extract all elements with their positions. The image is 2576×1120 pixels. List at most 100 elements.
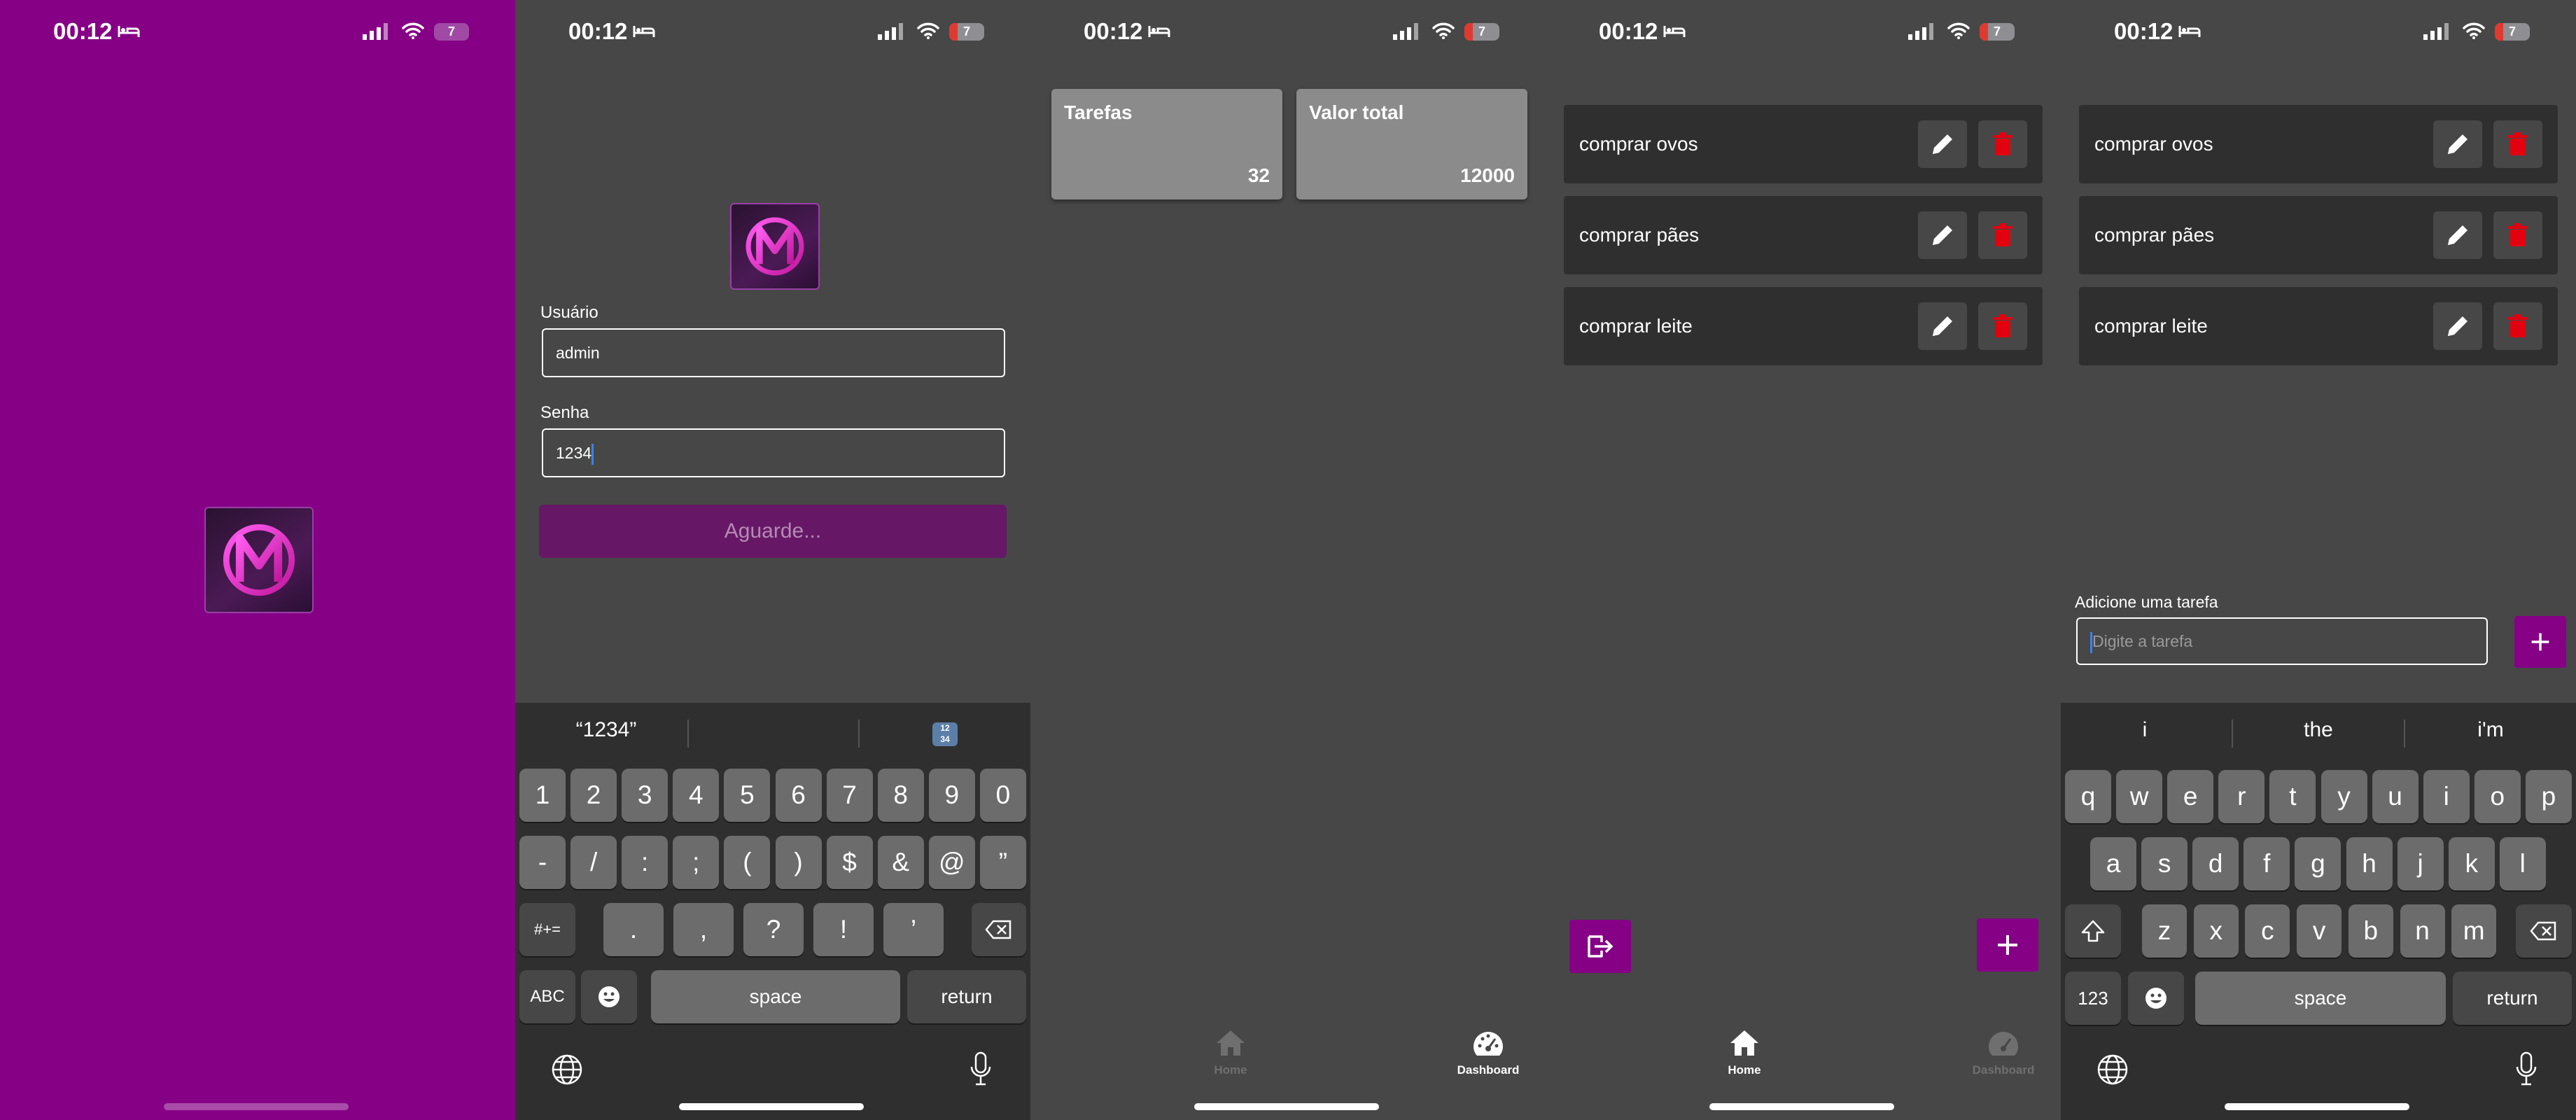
key-6[interactable]: 7 <box>826 769 873 822</box>
key-0[interactable]: - <box>519 836 566 889</box>
key-4[interactable]: b <box>2348 904 2393 958</box>
key-2[interactable]: e <box>2167 770 2214 823</box>
task-input[interactable]: Digite a tarefa <box>2076 617 2488 665</box>
key-3[interactable]: v <box>2297 904 2342 958</box>
key-4[interactable]: g <box>2295 837 2342 890</box>
key-4[interactable]: ’ <box>883 903 944 956</box>
globe-icon[interactable] <box>550 1053 584 1086</box>
key-6[interactable]: m <box>2451 904 2497 958</box>
key-1[interactable]: , <box>673 903 734 956</box>
emoji-key[interactable] <box>2128 972 2184 1025</box>
key-3[interactable]: ! <box>813 903 874 956</box>
suggestion-item[interactable]: the <box>2255 718 2381 742</box>
key-2[interactable]: 3 <box>622 769 668 822</box>
key-0[interactable]: a <box>2090 837 2136 890</box>
delete-task-button[interactable] <box>1978 211 2027 259</box>
edit-task-button[interactable] <box>1918 120 1967 168</box>
key-7[interactable]: & <box>877 836 924 889</box>
key-3[interactable]: 4 <box>673 769 720 822</box>
key-8[interactable]: @ <box>928 836 975 889</box>
space-key[interactable]: space <box>651 970 900 1023</box>
return-key[interactable]: return <box>2453 972 2572 1025</box>
key-1[interactable]: x <box>2193 904 2239 958</box>
key-5[interactable]: 6 <box>775 769 822 822</box>
key-1[interactable]: / <box>570 836 617 889</box>
backspace-key[interactable] <box>972 903 1026 956</box>
abc-key[interactable]: ABC <box>519 970 575 1023</box>
return-key[interactable]: return <box>907 970 1026 1023</box>
add-task-button[interactable] <box>1977 918 2038 972</box>
key-5[interactable]: y <box>2320 770 2367 823</box>
key-4[interactable]: 5 <box>724 769 771 822</box>
key-1[interactable]: s <box>2141 837 2188 890</box>
microphone-icon[interactable] <box>2516 1051 2537 1086</box>
key-7[interactable]: k <box>2448 837 2495 890</box>
key-7[interactable]: 8 <box>877 769 924 822</box>
shift-key[interactable] <box>2065 904 2121 958</box>
key-4[interactable]: t <box>2269 770 2316 823</box>
key-5[interactable]: h <box>2346 837 2393 890</box>
key-9[interactable]: p <box>2525 770 2572 823</box>
backspace-icon <box>2530 921 2556 941</box>
delete-task-button[interactable] <box>2493 302 2542 350</box>
delete-task-button[interactable] <box>2493 211 2542 259</box>
key-6[interactable]: u <box>2372 770 2418 823</box>
tab-home[interactable]: Home <box>1674 1029 1814 1077</box>
key-8[interactable]: l <box>2499 837 2546 890</box>
key-2[interactable]: : <box>622 836 668 889</box>
tab-dashboard[interactable]: Dashboard <box>1418 1029 1546 1077</box>
key-3[interactable]: f <box>2244 837 2290 890</box>
key-7[interactable]: i <box>2423 770 2470 823</box>
add-task-submit-button[interactable] <box>2514 616 2566 668</box>
key-0[interactable]: z <box>2142 904 2187 958</box>
key-2[interactable]: ? <box>743 903 804 956</box>
edit-task-button[interactable] <box>1918 302 1967 350</box>
edit-task-button[interactable] <box>2433 120 2482 168</box>
symbols-key[interactable]: #+= <box>519 903 575 956</box>
key-9[interactable]: 0 <box>979 769 1026 822</box>
edit-task-button[interactable] <box>2433 302 2482 350</box>
password-label: Senha <box>540 403 589 422</box>
key-3[interactable]: r <box>2218 770 2265 823</box>
alpha-keyboard: i the i'm qwertyuiop asdfghjkl zxcvbnm 1… <box>2061 703 2576 1120</box>
key-0[interactable]: . <box>603 903 664 956</box>
key-6[interactable]: j <box>2397 837 2444 890</box>
key-8[interactable]: 9 <box>928 769 975 822</box>
emoji-key[interactable] <box>581 970 637 1023</box>
user-input[interactable]: admin <box>542 328 1005 377</box>
edit-task-button[interactable] <box>1918 211 1967 259</box>
key-8[interactable]: o <box>2474 770 2521 823</box>
suggestion-item[interactable]: i'm <box>2428 718 2554 742</box>
tab-home[interactable]: Home <box>1161 1029 1301 1077</box>
space-key[interactable]: space <box>2195 972 2446 1025</box>
suggestion-item[interactable]: i <box>2082 718 2208 742</box>
wifi-icon <box>1947 22 1970 39</box>
password-input[interactable]: 1234 <box>542 428 1005 477</box>
tab-dashboard[interactable]: Dashboard <box>1933 1029 2061 1077</box>
login-button[interactable]: Aguarde... <box>539 505 1007 558</box>
key-0[interactable]: q <box>2065 770 2111 823</box>
key-2[interactable]: c <box>2245 904 2290 958</box>
delete-task-button[interactable] <box>2493 120 2542 168</box>
key-3[interactable]: ; <box>673 836 720 889</box>
logout-button[interactable] <box>1569 920 1631 973</box>
delete-task-button[interactable] <box>1978 120 2027 168</box>
numbers-key[interactable]: 123 <box>2065 972 2121 1025</box>
key-4[interactable]: ( <box>724 836 771 889</box>
key-6[interactable]: $ <box>826 836 873 889</box>
key-2[interactable]: d <box>2192 837 2239 890</box>
delete-task-button[interactable] <box>1978 302 2027 350</box>
key-9[interactable]: ” <box>979 836 1026 889</box>
key-1[interactable]: 2 <box>570 769 617 822</box>
edit-task-button[interactable] <box>2433 211 2482 259</box>
suggestion-item[interactable]: “1234” <box>557 718 655 742</box>
key-5[interactable]: ) <box>775 836 822 889</box>
key-0[interactable]: 1 <box>519 769 566 822</box>
globe-icon[interactable] <box>2096 1053 2129 1086</box>
key-5[interactable]: n <box>2400 904 2445 958</box>
battery-icon: 7 <box>949 23 984 41</box>
backspace-key[interactable] <box>2516 904 2572 958</box>
microphone-icon[interactable] <box>970 1051 991 1086</box>
key-1[interactable]: w <box>2116 770 2163 823</box>
numbers-suggestion-icon[interactable]: 12 34 <box>932 722 958 746</box>
